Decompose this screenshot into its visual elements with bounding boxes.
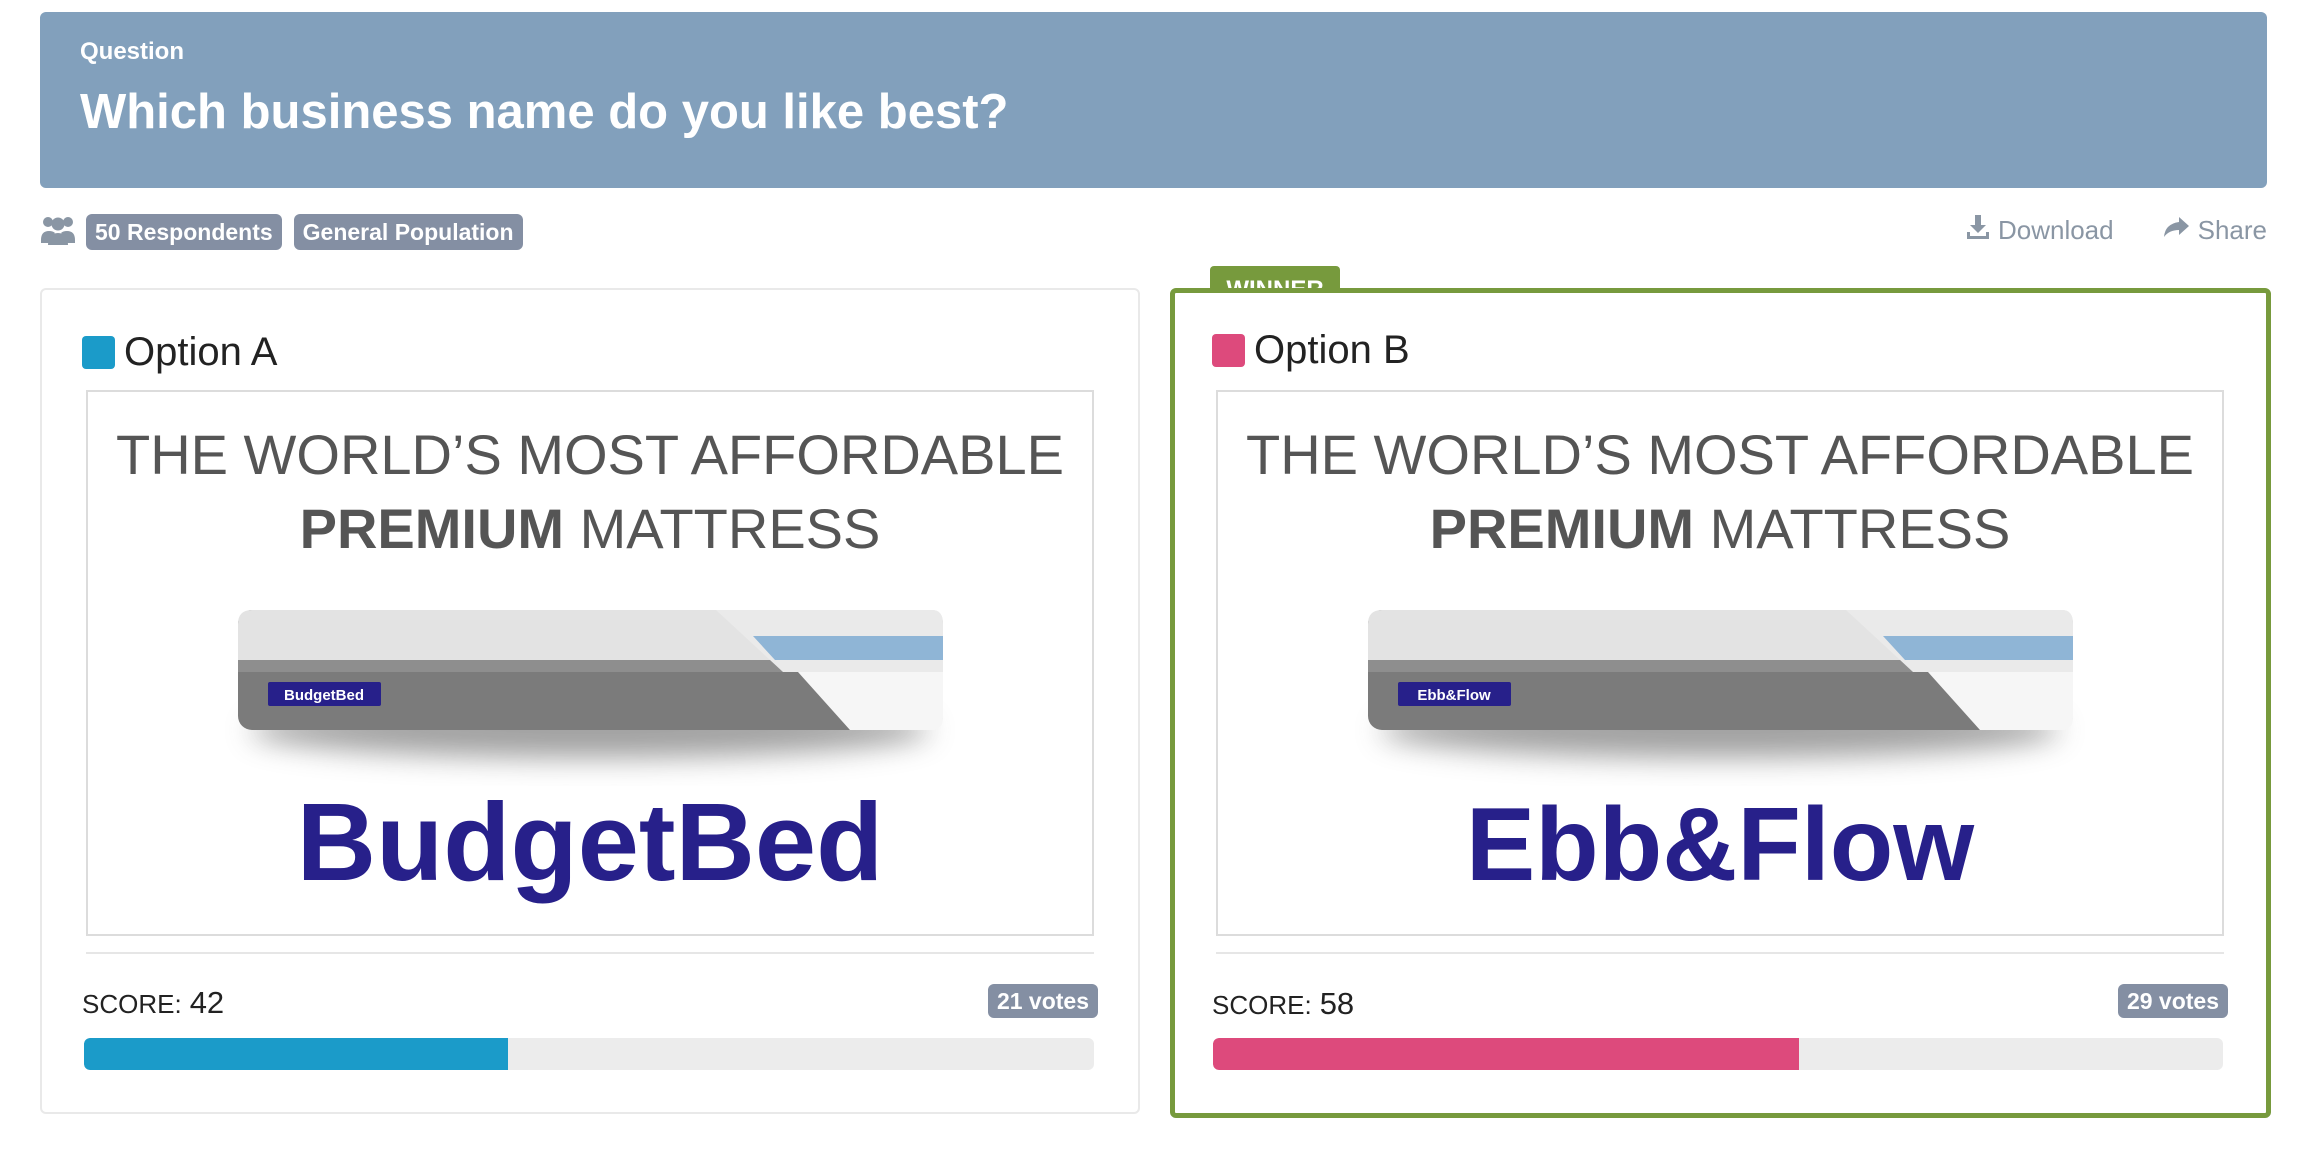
option-a-score: SCORE: 42 xyxy=(82,985,224,1021)
mattress-brand-label: BudgetBed xyxy=(284,687,364,704)
option-b-label: Option B xyxy=(1254,328,1410,372)
share-button[interactable]: Share xyxy=(2162,215,2267,246)
option-b-title: Option B xyxy=(1212,328,1410,373)
option-a-swatch xyxy=(82,336,115,369)
download-button[interactable]: Download xyxy=(1966,214,2114,247)
option-b-image: THE WORLD’S MOST AFFORDABLE PREMIUM MATT… xyxy=(1216,390,2224,936)
option-a-title: Option A xyxy=(82,330,277,375)
option-b-score-bar xyxy=(1213,1038,2223,1070)
score-label: SCORE: xyxy=(1212,990,1312,1020)
ad-headline-2: PREMIUM MATTRESS xyxy=(300,497,881,560)
respondents-badge: 50 Respondents xyxy=(86,214,282,250)
brand-name-text: Ebb&Flow xyxy=(1466,787,1975,903)
score-value: 58 xyxy=(1319,986,1355,1021)
mattress-brand-label: Ebb&Flow xyxy=(1417,687,1491,704)
score-label: SCORE: xyxy=(82,989,182,1019)
option-a-score-bar xyxy=(84,1038,1094,1070)
ad-headline-1: THE WORLD’S MOST AFFORDABLE xyxy=(1246,423,2194,486)
option-b-score-fill xyxy=(1213,1038,1799,1070)
share-icon xyxy=(2162,215,2198,246)
ad-headline-1: THE WORLD’S MOST AFFORDABLE xyxy=(116,423,1064,486)
score-value: 42 xyxy=(189,985,225,1020)
option-a-votes-badge: 21 votes xyxy=(987,984,1098,1018)
option-a-label: Option A xyxy=(124,330,278,374)
brand-name-text: BudgetBed xyxy=(297,781,884,904)
option-b-votes-badge: 29 votes xyxy=(2117,984,2228,1018)
option-b-card[interactable]: Option B THE WORLD’S MOST AFFORDABLE PRE… xyxy=(1170,288,2271,1118)
meta-row: 50 Respondents General Population xyxy=(40,212,535,252)
option-b-swatch xyxy=(1212,334,1245,367)
share-label: Share xyxy=(2197,214,2267,245)
question-banner: Question Which business name do you like… xyxy=(40,12,2267,188)
download-icon xyxy=(1966,214,1998,247)
actions: Download Share xyxy=(1918,212,2267,248)
option-a-image: THE WORLD’S MOST AFFORDABLE PREMIUM MATT… xyxy=(86,390,1094,936)
users-icon xyxy=(40,212,86,253)
divider xyxy=(86,952,1094,954)
option-a-score-fill xyxy=(84,1038,509,1070)
ad-headline-2: PREMIUM MATTRESS xyxy=(1430,497,2011,560)
audience-badge: General Population xyxy=(293,214,523,250)
question-text: Which business name do you like best? xyxy=(80,85,1009,139)
option-b-score: SCORE: 58 xyxy=(1212,986,1354,1022)
option-a-card[interactable]: Option A THE WORLD’S MOST AFFORDABLE PRE… xyxy=(40,288,1140,1114)
download-label: Download xyxy=(1997,214,2114,245)
divider xyxy=(1216,952,2224,954)
question-label: Question xyxy=(80,38,185,65)
